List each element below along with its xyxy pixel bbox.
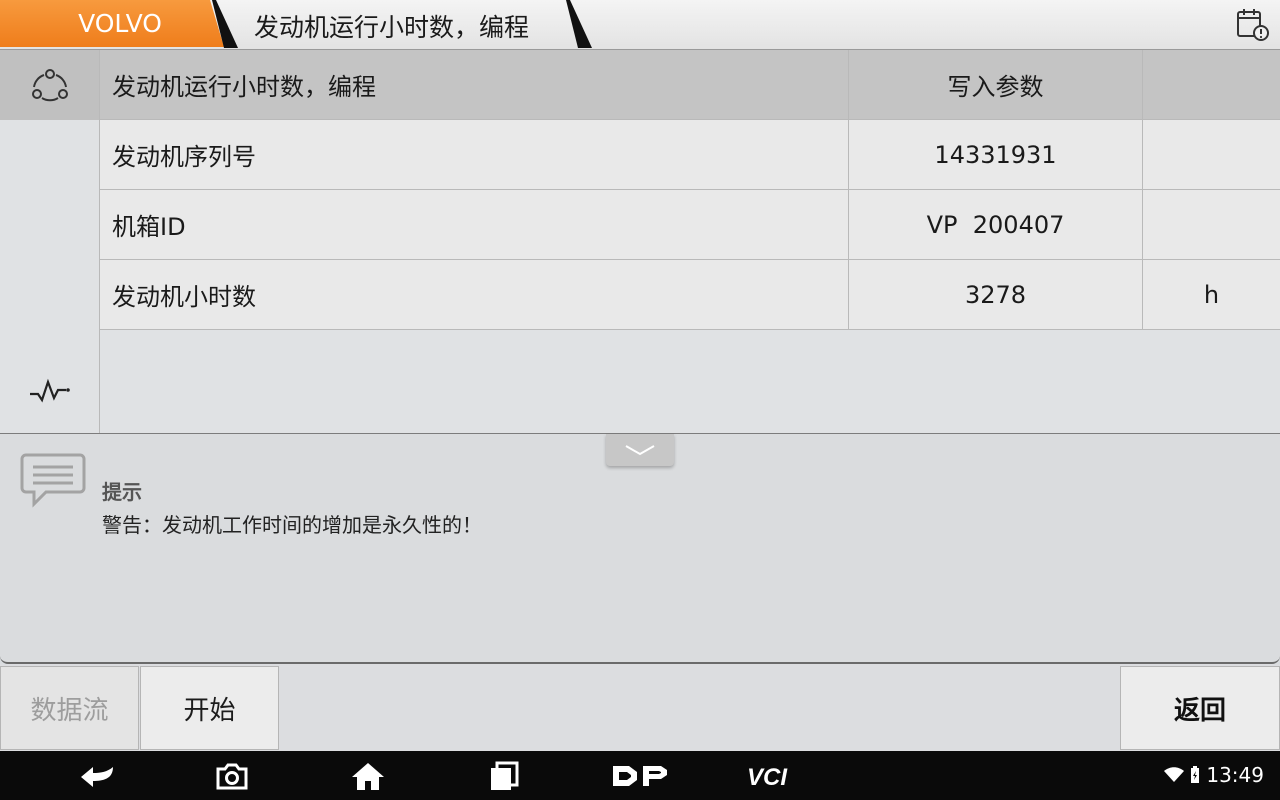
write-parameter-header[interactable]: 写入参数 — [848, 50, 1142, 119]
recent-apps-icon[interactable] — [484, 761, 524, 791]
row-name: 机箱ID — [99, 190, 848, 259]
vci-logo-icon[interactable]: VCI — [744, 761, 810, 791]
row-unit — [1142, 120, 1280, 189]
dp-logo-icon[interactable] — [610, 761, 670, 791]
message-bubble-icon — [20, 453, 86, 508]
table-row[interactable]: 机箱ID VP 200407 — [99, 190, 1280, 260]
row-unit: h — [1142, 260, 1280, 329]
top-bar: VOLVO 发动机运行小时数，编程 — [0, 0, 1280, 50]
breadcrumb-page-title: 发动机运行小时数，编程 — [254, 13, 530, 42]
row-unit — [1142, 190, 1280, 259]
connection-cycle-icon[interactable] — [30, 67, 70, 103]
column-header-name: 发动机运行小时数，编程 — [99, 50, 848, 119]
camera-icon[interactable] — [212, 761, 252, 791]
left-rail — [0, 50, 99, 433]
start-button[interactable]: 开始 — [140, 666, 279, 750]
row-value: 14331931 — [848, 120, 1142, 189]
table-header-row: 发动机运行小时数，编程 写入参数 — [99, 50, 1280, 120]
chevron-down-icon — [625, 445, 655, 456]
column-header-unit — [1142, 50, 1280, 119]
wifi-icon — [1164, 767, 1185, 782]
row-value: VP 200407 — [848, 190, 1142, 259]
message-text: 警告：发动机工作时间的增加是永久性的！ — [102, 513, 482, 537]
brand-label: VOLVO — [78, 9, 162, 38]
table-row[interactable]: 发动机小时数 3278 h — [99, 260, 1280, 330]
bottom-toolbar: 数据流 开始 返回 — [0, 664, 1280, 751]
rail-top-cell — [0, 50, 99, 120]
battery-charging-icon — [1191, 766, 1200, 783]
row-name: 发动机序列号 — [99, 120, 848, 189]
table-row[interactable]: 发动机序列号 14331931 — [99, 120, 1280, 190]
message-title: 提示 — [102, 480, 142, 504]
row-value: 3278 — [848, 260, 1142, 329]
home-icon[interactable] — [348, 761, 388, 791]
status-area: 13:49 — [1164, 763, 1264, 787]
breadcrumb-divider — [566, 0, 592, 48]
message-panel: 提示 警告：发动机工作时间的增加是永久性的！ — [0, 433, 1280, 664]
calendar-alert-icon[interactable] — [1234, 6, 1270, 42]
back-button[interactable]: 返回 — [1120, 666, 1280, 750]
row-name: 发动机小时数 — [99, 260, 848, 329]
back-arrow-icon[interactable] — [78, 761, 118, 791]
table-empty-area — [99, 330, 1280, 433]
waveform-icon[interactable] — [28, 376, 72, 406]
data-stream-button[interactable]: 数据流 — [0, 666, 139, 750]
breadcrumb-brand[interactable]: VOLVO — [0, 0, 224, 47]
clock-time: 13:49 — [1206, 763, 1264, 787]
system-nav-bar: VCI 13:49 — [0, 751, 1280, 800]
collapse-panel-button[interactable] — [606, 434, 674, 466]
svg-text:VCI: VCI — [747, 764, 788, 789]
parameter-table: 发动机运行小时数，编程 写入参数 发动机序列号 14331931 机箱ID VP… — [99, 50, 1280, 330]
